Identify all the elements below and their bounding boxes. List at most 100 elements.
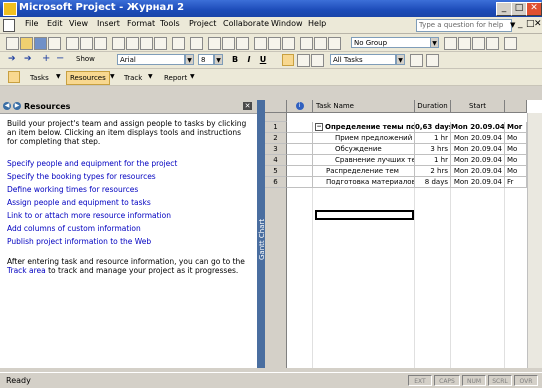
font-dropdown-icon[interactable]: ▼	[185, 54, 194, 65]
task-name-cell[interactable]: Обсуждение	[313, 144, 415, 155]
link-working-times[interactable]: Define working times for resources	[7, 185, 138, 194]
font-size-select[interactable]: 8	[198, 54, 214, 65]
close-button[interactable]: ✕	[526, 2, 542, 16]
guide-resources-button[interactable]: Resources	[66, 71, 110, 85]
task-name-cell[interactable]: Распределение тем	[313, 166, 415, 177]
header-duration[interactable]: Duration	[415, 100, 451, 113]
help-search-input[interactable]: Type a question for help	[416, 19, 512, 32]
link-tasks-icon[interactable]	[208, 37, 221, 50]
hide-subtasks-icon[interactable]: −	[56, 53, 64, 64]
align-right-icon[interactable]	[311, 54, 324, 67]
paste-icon[interactable]	[140, 37, 153, 50]
active-cell[interactable]	[315, 210, 414, 220]
maximize-button[interactable]: □	[511, 2, 527, 16]
indicator-cell[interactable]	[287, 155, 313, 166]
row-id[interactable]: 6	[265, 177, 287, 188]
guide-track-button[interactable]: Track	[120, 71, 146, 85]
collapse-icon[interactable]: −	[315, 123, 323, 131]
show-menu-button[interactable]: Show	[76, 55, 95, 63]
track-area-link[interactable]: Track area	[7, 266, 46, 275]
menu-help[interactable]: Help	[308, 19, 326, 28]
menu-file[interactable]: File	[25, 19, 38, 28]
finish-cell[interactable]: Mo	[505, 133, 527, 144]
indicator-cell[interactable]	[287, 133, 313, 144]
task-name-cell[interactable]: Прием предложений	[313, 133, 415, 144]
gantt-wizard-icon[interactable]	[426, 54, 439, 67]
finish-cell[interactable]: Mo	[505, 166, 527, 177]
duration-cell[interactable]: 0,63 days	[415, 122, 451, 133]
unlink-tasks-icon[interactable]	[222, 37, 235, 50]
menu-insert[interactable]: Insert	[97, 19, 120, 28]
vertical-scrollbar[interactable]	[527, 113, 542, 368]
bold-button[interactable]: B	[229, 54, 241, 66]
start-cell[interactable]: Mon 20.09.04	[451, 155, 505, 166]
new-icon[interactable]	[6, 37, 19, 50]
row-id[interactable]: 4	[265, 155, 287, 166]
italic-button[interactable]: I	[243, 54, 255, 66]
autofilter-icon[interactable]	[410, 54, 423, 67]
menu-tools[interactable]: Tools	[160, 19, 180, 28]
copy-picture-icon[interactable]	[486, 37, 499, 50]
task-name-cell[interactable]: − Определение темы по	[313, 122, 415, 133]
start-cell[interactable]: Mon 20.09.04	[451, 144, 505, 155]
menu-format[interactable]: Format	[127, 19, 155, 28]
link-booking-types[interactable]: Specify the booking types for resources	[7, 172, 156, 181]
start-cell[interactable]: Mon 20.09.04	[451, 133, 505, 144]
finish-cell[interactable]: Mo	[505, 155, 527, 166]
go-to-task-icon[interactable]	[472, 37, 485, 50]
row-id[interactable]: 2	[265, 133, 287, 144]
indicator-cell[interactable]	[287, 144, 313, 155]
finish-cell[interactable]: Mor	[505, 122, 527, 133]
hyperlink-icon[interactable]	[190, 37, 203, 50]
menu-collaborate[interactable]: Collaborate	[223, 19, 269, 28]
duration-cell[interactable]: 1 hr	[415, 155, 451, 166]
open-icon[interactable]	[20, 37, 33, 50]
project-guide-toggle-icon[interactable]	[8, 71, 20, 83]
duration-cell[interactable]: 1 hr	[415, 133, 451, 144]
row-id[interactable]: 5	[265, 166, 287, 177]
row-id[interactable]: 3	[265, 144, 287, 155]
guide-tasks-dropdown-icon[interactable]: ▼	[56, 73, 61, 80]
row-id[interactable]: 1	[265, 122, 287, 133]
header-start[interactable]: Start	[451, 100, 505, 113]
copy-icon[interactable]	[126, 37, 139, 50]
guide-report-dropdown-icon[interactable]: ▼	[190, 73, 195, 80]
finish-cell[interactable]: Fr	[505, 177, 527, 188]
link-publish-web[interactable]: Publish project information to the Web	[7, 237, 151, 246]
print-icon[interactable]	[66, 37, 79, 50]
header-finish[interactable]	[505, 100, 527, 113]
start-cell[interactable]: Mon 20.09.04	[451, 122, 505, 133]
format-painter-icon[interactable]	[154, 37, 167, 50]
guide-tasks-button[interactable]: Tasks	[26, 71, 53, 85]
font-size-dropdown-icon[interactable]: ▼	[214, 54, 223, 65]
undo-icon[interactable]	[172, 37, 185, 50]
duration-cell[interactable]: 3 hrs	[415, 144, 451, 155]
cut-icon[interactable]	[112, 37, 125, 50]
spelling-icon[interactable]	[94, 37, 107, 50]
header-task-name[interactable]: Task Name	[313, 100, 415, 113]
start-cell[interactable]: Mon 20.09.04	[451, 166, 505, 177]
pane-close-icon[interactable]: ✕	[243, 102, 252, 110]
link-specify-people[interactable]: Specify people and equipment for the pro…	[7, 159, 177, 168]
guide-track-dropdown-icon[interactable]: ▼	[148, 73, 153, 80]
save-icon[interactable]	[34, 37, 47, 50]
indent-icon[interactable]: ➔	[24, 54, 32, 64]
group-by-select[interactable]: No Group	[351, 37, 431, 48]
menu-view[interactable]: View	[69, 19, 88, 28]
menu-window[interactable]: Window	[271, 19, 303, 28]
help-icon[interactable]	[504, 37, 517, 50]
menu-project[interactable]: Project	[189, 19, 216, 28]
font-select[interactable]: Arial	[117, 54, 185, 65]
task-name-cell[interactable]: Подготовка материалов	[313, 177, 415, 188]
duration-cell[interactable]: 2 hrs	[415, 166, 451, 177]
indicator-cell[interactable]	[287, 177, 313, 188]
task-name-cell[interactable]: Сравнение лучших те	[313, 155, 415, 166]
duration-cell[interactable]: 8 days	[415, 177, 451, 188]
doc-close-button[interactable]: ✕	[534, 19, 542, 29]
group-by-dropdown-icon[interactable]: ▼	[430, 37, 439, 48]
menu-edit[interactable]: Edit	[47, 19, 63, 28]
assign-resources-icon[interactable]	[282, 37, 295, 50]
task-notes-icon[interactable]	[268, 37, 281, 50]
show-subtasks-icon[interactable]: +	[42, 53, 50, 64]
indicator-cell[interactable]	[287, 166, 313, 177]
